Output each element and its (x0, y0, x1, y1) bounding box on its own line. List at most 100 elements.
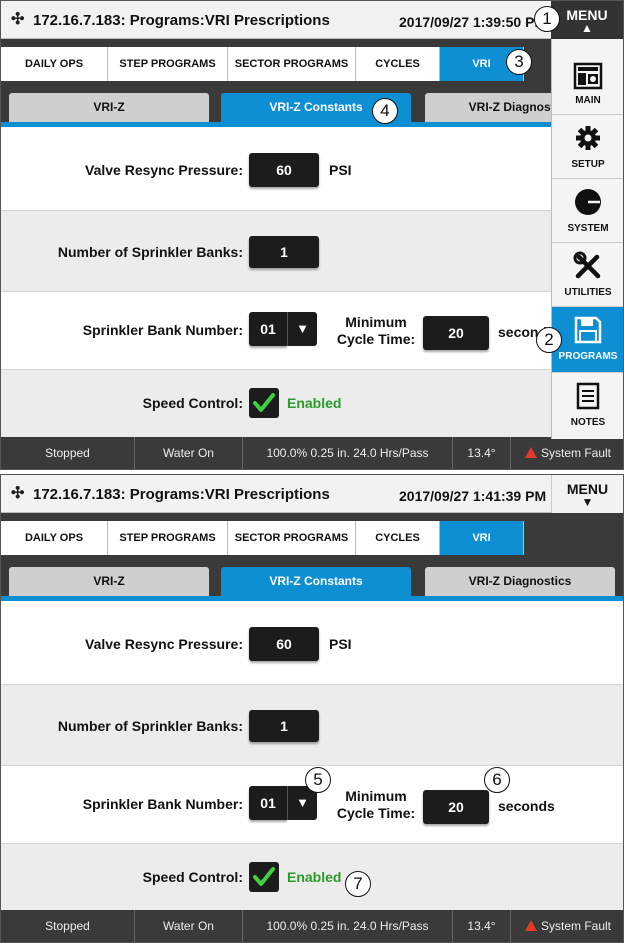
datetime: 2017/09/27 1:41:39 PM (399, 488, 547, 504)
sprinkler-banks-input[interactable]: 1 (249, 710, 319, 742)
min-cycle-time-label: Minimum Cycle Time: (333, 314, 419, 348)
side-menu-notes[interactable]: NOTES (552, 373, 623, 439)
sprinkler-banks-input[interactable]: 1 (249, 236, 319, 268)
valve-resync-unit: PSI (329, 636, 352, 652)
callout-marker: 6 (484, 767, 510, 793)
sprinkler-bank-number-select[interactable]: 01 (249, 786, 287, 820)
status-rate: 100.0% 0.25 in. 24.0 Hrs/Pass (243, 910, 453, 942)
programs-screen-menu-open: ✣ 172.16.7.183: Programs:VRI Prescriptio… (0, 0, 624, 470)
status-fault[interactable]: System Fault (511, 437, 623, 469)
tab-cycles[interactable]: CYCLES (356, 47, 440, 81)
side-menu-system[interactable]: SYSTEM (552, 179, 623, 243)
min-cycle-label-line1: Minimum (345, 788, 407, 804)
side-menu-system-label: SYSTEM (567, 223, 609, 234)
sprinkler-bank-number-select[interactable]: 01 (249, 312, 287, 346)
callout-marker: 4 (372, 98, 398, 124)
callout-marker: 3 (506, 49, 532, 75)
tab-sector-programs[interactable]: SECTOR PROGRAMS (228, 521, 356, 555)
min-cycle-label-line2: Cycle Time: (336, 331, 416, 347)
tab-daily-ops[interactable]: DAILY OPS (1, 47, 108, 81)
tab-step-programs[interactable]: STEP PROGRAMS (108, 47, 228, 81)
tab-daily-ops[interactable]: DAILY OPS (1, 521, 108, 555)
gear-icon (576, 126, 600, 150)
subtab-vri-z-constants[interactable]: VRI-Z Constants (221, 567, 411, 596)
speed-control-checkbox[interactable] (249, 862, 279, 892)
subtab-vri-z[interactable]: VRI-Z (9, 567, 209, 596)
logo-icon: ✣ (11, 485, 25, 502)
min-cycle-time-input[interactable]: 20 (423, 790, 489, 824)
subtab-vri-z[interactable]: VRI-Z (9, 93, 209, 122)
speed-control-label: Speed Control: (142, 395, 243, 411)
sprinkler-banks-row: Number of Sprinkler Banks: 1 (1, 684, 623, 765)
menu-button[interactable]: MENU ▼ (551, 475, 623, 513)
callout-marker: 5 (305, 767, 331, 793)
window-title: 172.16.7.183: Programs:VRI Prescriptions (33, 12, 330, 29)
speed-control-label: Speed Control: (142, 869, 243, 885)
sprinkler-bank-number-label: Sprinkler Bank Number: (82, 796, 243, 812)
tab-vri[interactable]: VRI (440, 521, 524, 555)
sub-tabs: VRI-Z VRI-Z Constants VRI-Z Diagnostics (1, 81, 623, 127)
tab-sector-programs[interactable]: SECTOR PROGRAMS (228, 47, 356, 81)
tab-step-programs[interactable]: STEP PROGRAMS (108, 521, 228, 555)
status-rate: 100.0% 0.25 in. 24.0 Hrs/Pass (243, 437, 453, 469)
save-icon (574, 316, 602, 344)
side-menu-programs-label: PROGRAMS (558, 351, 618, 362)
logo-icon: ✣ (11, 11, 25, 28)
sprinkler-banks-label: Number of Sprinkler Banks: (57, 718, 243, 734)
tab-cycles[interactable]: CYCLES (356, 521, 440, 555)
speed-control-checkbox[interactable] (249, 388, 279, 418)
status-bar: Stopped Water On 100.0% 0.25 in. 24.0 Hr… (1, 910, 623, 942)
status-fault-text: System Fault (540, 919, 612, 933)
valve-resync-label: Valve Resync Pressure: (85, 636, 243, 652)
checkmark-icon (253, 867, 275, 886)
side-menu-utilities[interactable]: UTILITIES (552, 243, 623, 307)
status-angle: 13.4° (453, 910, 511, 942)
speed-control-row: Speed Control: Enabled (1, 843, 623, 913)
side-menu-main-label: MAIN (575, 95, 601, 106)
datetime: 2017/09/27 1:39:50 PM (399, 14, 547, 30)
valve-resync-input[interactable]: 60 (249, 153, 319, 187)
status-fault[interactable]: System Fault (511, 910, 623, 942)
min-cycle-label-line1: Minimum (345, 314, 407, 330)
valve-resync-row: Valve Resync Pressure: 60 PSI (1, 127, 623, 210)
speed-control-state: Enabled (287, 869, 342, 885)
callout-marker: 1 (534, 6, 560, 32)
programs-screen-menu-closed: ✣ 172.16.7.183: Programs:VRI Prescriptio… (0, 474, 624, 943)
sprinkler-bank-number-label: Sprinkler Bank Number: (82, 322, 243, 338)
chevron-down-icon[interactable]: ▼ (287, 312, 317, 346)
valve-resync-input[interactable]: 60 (249, 627, 319, 661)
main-tabs: DAILY OPS STEP PROGRAMS SECTOR PROGRAMS … (1, 513, 623, 555)
speed-control-state: Enabled (287, 395, 342, 411)
warning-icon (524, 447, 537, 458)
sprinkler-bank-number-row: Sprinkler Bank Number: 01 ▼ Minimum Cycl… (1, 291, 623, 369)
valve-resync-label: Valve Resync Pressure: (85, 162, 243, 178)
callout-marker: 2 (536, 327, 562, 353)
status-water: Water On (135, 437, 243, 469)
window-title: 172.16.7.183: Programs:VRI Prescriptions (33, 486, 330, 503)
system-icon (575, 189, 601, 215)
min-cycle-time-unit: seconds (498, 798, 555, 814)
subtab-vri-z-diagnostics[interactable]: VRI-Z Diagnostics (425, 567, 615, 596)
side-menu-programs[interactable]: PROGRAMS (552, 307, 623, 373)
side-menu-main[interactable]: MAIN (552, 57, 623, 115)
status-angle: 13.4° (453, 437, 511, 469)
speed-control-row: Speed Control: Enabled (1, 369, 623, 439)
side-menu-notes-label: NOTES (570, 417, 606, 428)
main-icon (573, 62, 603, 90)
status-fault-text: System Fault (540, 446, 612, 460)
valve-resync-row: Valve Resync Pressure: 60 PSI (1, 601, 623, 684)
notes-icon (576, 382, 600, 410)
menu-button[interactable]: MENU ▲ (551, 1, 623, 39)
valve-resync-unit: PSI (329, 162, 352, 178)
title-bar: ✣ 172.16.7.183: Programs:VRI Prescriptio… (1, 475, 623, 513)
warning-icon (524, 920, 537, 931)
min-cycle-time-label: Minimum Cycle Time: (333, 788, 419, 822)
menu-expand-icon: ▼ (581, 495, 594, 509)
min-cycle-label-line2: Cycle Time: (336, 805, 416, 821)
side-menu-setup[interactable]: SETUP (552, 115, 623, 179)
tools-icon (573, 251, 601, 279)
min-cycle-time-input[interactable]: 20 (423, 316, 489, 350)
title-bar: ✣ 172.16.7.183: Programs:VRI Prescriptio… (1, 1, 623, 39)
sub-tabs: VRI-Z VRI-Z Constants VRI-Z Diagnostics (1, 555, 623, 601)
side-menu-utilities-label: UTILITIES (564, 287, 612, 298)
